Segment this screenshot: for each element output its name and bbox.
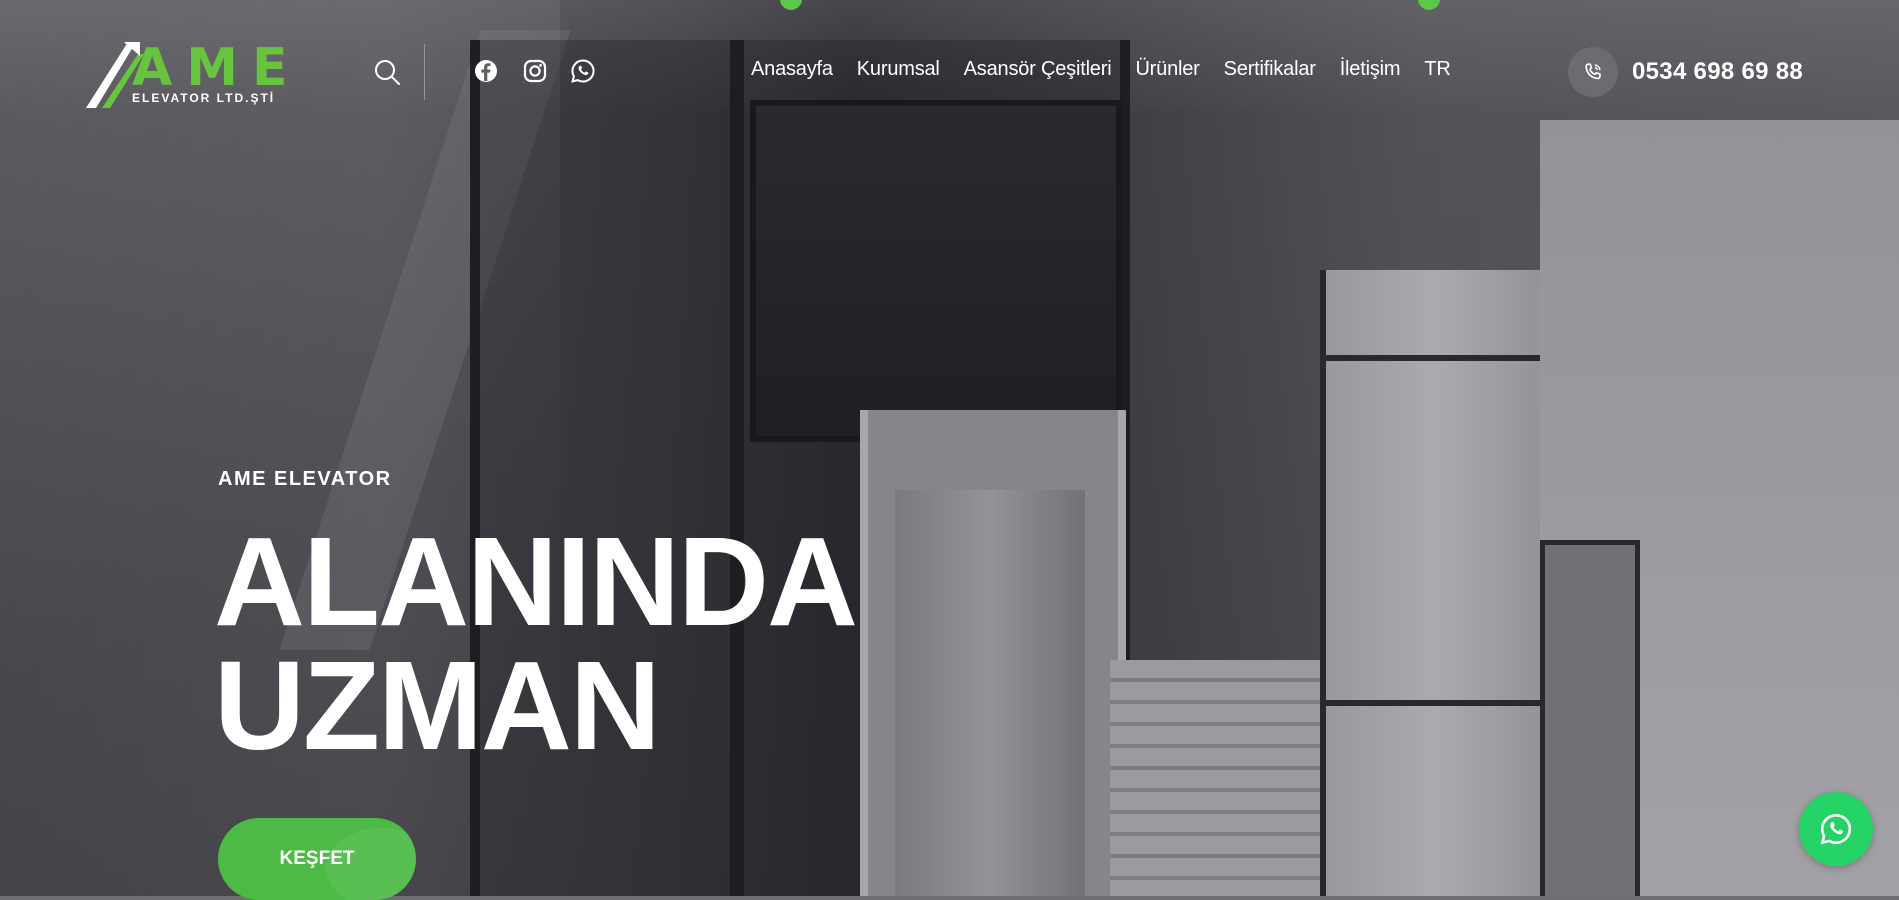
whatsapp-float-button[interactable] (1799, 792, 1873, 866)
hero-eyebrow: AME ELEVATOR (218, 468, 392, 490)
nav-item-urunler[interactable]: Ürünler (1135, 58, 1199, 81)
main-nav: Anasayfa Kurumsal Asansör Çeşitleri Ürün… (751, 58, 1451, 81)
whatsapp-icon[interactable] (570, 58, 596, 84)
nav-item-kurumsal[interactable]: Kurumsal (857, 58, 940, 81)
nav-item-asansor-cesitleri[interactable]: Asansör Çeşitleri (964, 58, 1112, 81)
search-icon[interactable] (372, 57, 402, 87)
button-shine (326, 828, 416, 900)
language-selector[interactable]: TR (1424, 58, 1450, 81)
nav-item-sertifikalar[interactable]: Sertifikalar (1224, 58, 1316, 81)
phone-number[interactable]: 0534 698 69 88 (1632, 58, 1803, 86)
logo-wordmark: AME (132, 38, 302, 98)
header-divider (424, 44, 425, 100)
site-logo[interactable]: AME ELEVATOR LTD.ŞTİ (84, 38, 300, 114)
nav-item-anasayfa[interactable]: Anasayfa (751, 58, 833, 81)
nav-item-iletisim[interactable]: İletişim (1340, 58, 1401, 81)
instagram-icon[interactable] (522, 58, 548, 84)
hero-headline: ALANINDA UZMAN (214, 511, 858, 776)
phone-contact[interactable]: 0534 698 69 88 (1568, 47, 1803, 97)
hero-headline-line2: UZMAN (214, 635, 661, 776)
hero-headline-line1: ALANINDA (214, 511, 858, 652)
facebook-icon[interactable] (473, 58, 499, 84)
discover-button[interactable]: KEŞFET (218, 818, 416, 900)
logo-tagline: ELEVATOR LTD.ŞTİ (132, 91, 276, 105)
whatsapp-icon (1820, 813, 1852, 845)
phone-icon (1568, 47, 1618, 97)
